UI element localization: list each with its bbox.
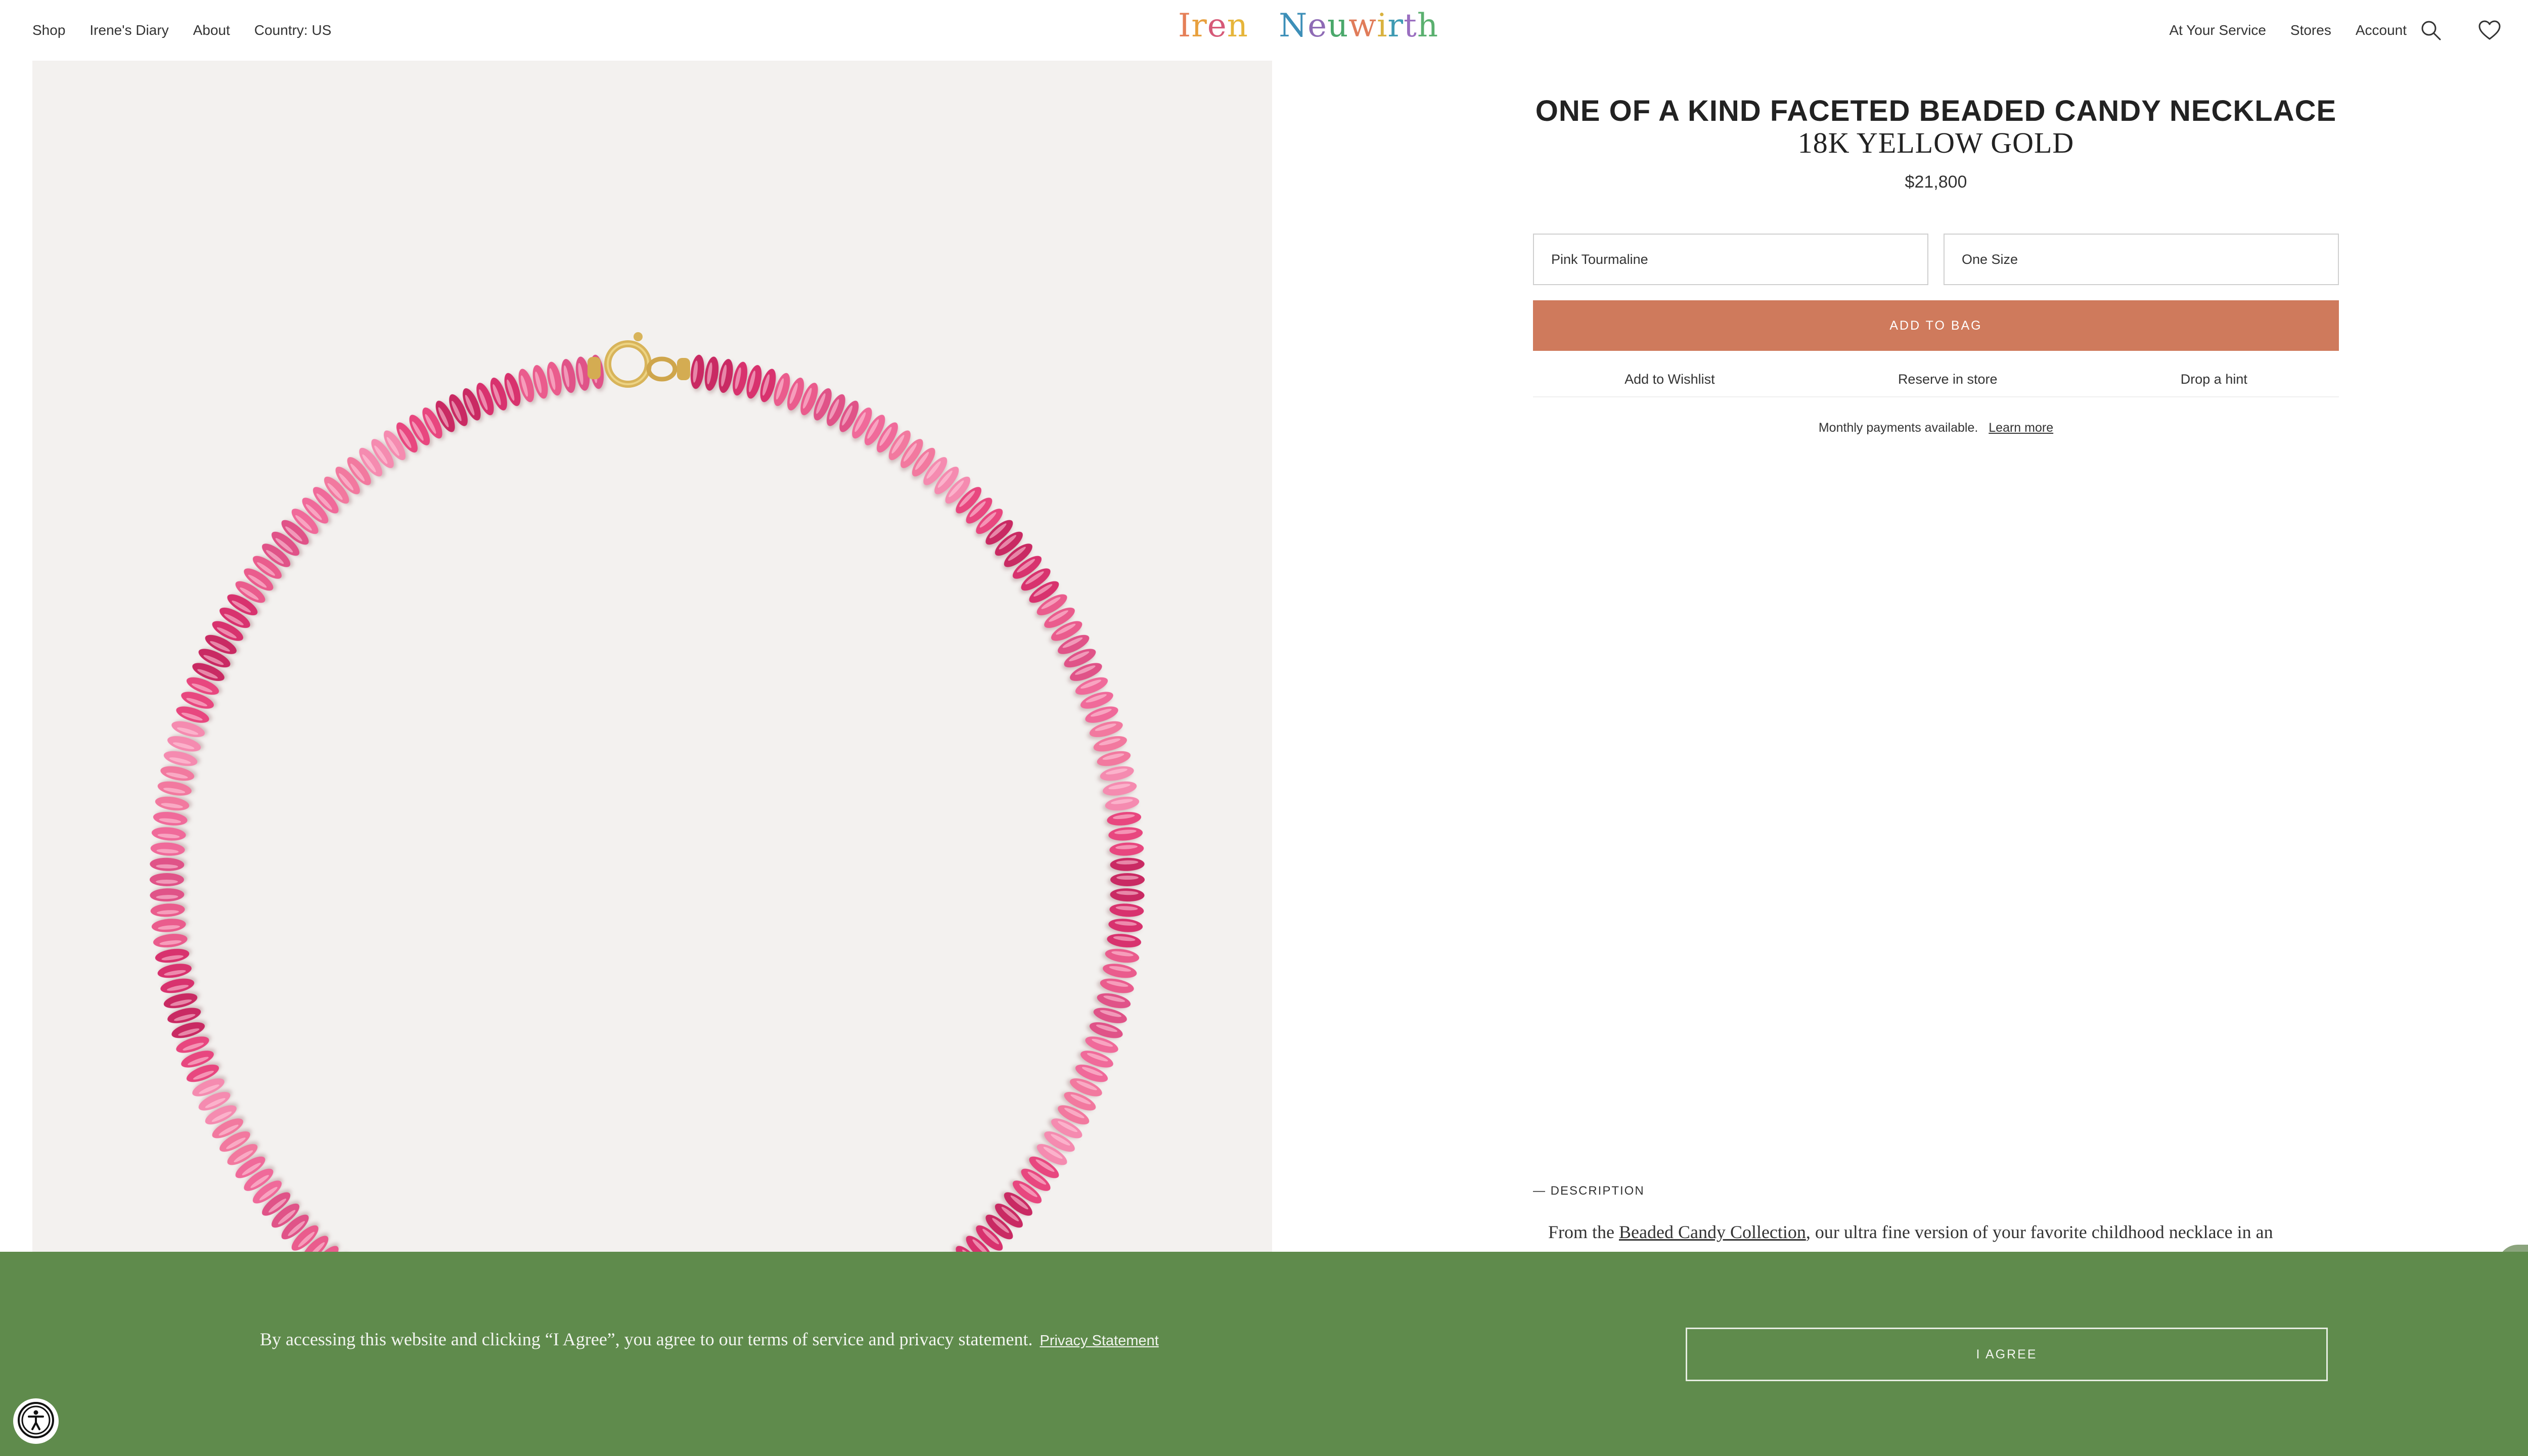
logo-letter: w <box>1348 7 1377 44</box>
site-header: Shop Irene's Diary About Country: US Ire… <box>0 0 2528 61</box>
drop-a-hint-link[interactable]: Drop a hint <box>2181 372 2247 387</box>
logo-letter: N <box>1279 7 1308 44</box>
bead-highlight <box>156 880 178 884</box>
nav-country-selector[interactable]: Country: US <box>254 22 332 38</box>
logo-letter: r <box>1387 7 1404 44</box>
product-price: $21,800 <box>1905 172 1967 192</box>
consent-banner: By accessing this website and clicking “… <box>0 1252 2528 1456</box>
product-options: Pink Tourmaline One Size <box>1533 234 2339 285</box>
accessibility-icon <box>17 1401 55 1442</box>
description-suffix: , our ultra fine version of your favorit… <box>1805 1222 2273 1242</box>
product-title: ONE OF A KIND FACETED BEADED CANDY NECKL… <box>1535 95 2337 127</box>
product-image[interactable] <box>32 61 1272 1252</box>
bead-highlight <box>1116 876 1139 880</box>
search-icon[interactable] <box>2416 15 2446 46</box>
logo-letter: n <box>1227 7 1248 44</box>
nav-stores[interactable]: Stores <box>2290 22 2331 38</box>
logo-letter: t <box>1404 7 1417 44</box>
nav-irenes-diary[interactable]: Irene's Diary <box>89 22 168 38</box>
logo-letter: u <box>1327 7 1349 44</box>
product-actions: Add to Wishlist Reserve in store Drop a … <box>1533 362 2339 397</box>
nav-about[interactable]: About <box>193 22 230 38</box>
agree-button[interactable]: I AGREE <box>1686 1328 2328 1381</box>
logo-letter: e <box>1248 7 1268 44</box>
learn-more-link[interactable]: Learn more <box>1989 421 2053 435</box>
logo-letter: e <box>1307 7 1328 44</box>
utility-nav: At Your Service Stores Account <box>2169 22 2407 38</box>
description-prefix: From the <box>1548 1222 1619 1242</box>
add-to-bag-button[interactable]: ADD TO BAG <box>1533 300 2339 351</box>
size-select[interactable]: One Size <box>1944 234 2339 285</box>
brand-logo[interactable]: Irene Neuwirth <box>1178 7 1438 44</box>
payments-notice: Monthly payments available. Learn more <box>1533 421 2339 435</box>
description-text: From the Beaded Candy Collection, our ul… <box>1548 1221 2337 1243</box>
nav-shop[interactable]: Shop <box>32 22 65 38</box>
logo-letter: I <box>1178 7 1192 44</box>
primary-nav: Shop Irene's Diary About Country: US <box>32 22 331 38</box>
logo-letter: h <box>1417 7 1439 44</box>
consent-message: By accessing this website and clicking “… <box>260 1329 1159 1350</box>
heart-icon[interactable] <box>2474 15 2505 46</box>
nav-account[interactable]: Account <box>2356 22 2407 38</box>
consent-text: By accessing this website and clicking “… <box>260 1329 1033 1349</box>
reserve-in-store-link[interactable]: Reserve in store <box>1898 372 1998 387</box>
add-to-wishlist-link[interactable]: Add to Wishlist <box>1624 372 1715 387</box>
logo-letter: e <box>1207 7 1227 44</box>
payments-text: Monthly payments available. <box>1818 421 1978 435</box>
accessibility-button[interactable] <box>13 1398 59 1444</box>
product-details: ONE OF A KIND FACETED BEADED CANDY NECKL… <box>1533 94 2339 435</box>
description-heading[interactable]: — DESCRIPTION <box>1533 1184 1645 1198</box>
collection-link[interactable]: Beaded Candy Collection <box>1619 1222 1806 1242</box>
necklace-illustration <box>150 332 1145 1252</box>
logo-letter: i <box>1377 7 1388 44</box>
logo-letter: r <box>1191 7 1207 44</box>
nav-at-your-service[interactable]: At Your Service <box>2169 22 2266 38</box>
logo-letter <box>1268 7 1279 44</box>
privacy-statement-link[interactable]: Privacy Statement <box>1040 1333 1158 1349</box>
product-metal: 18K YELLOW GOLD <box>1797 126 2074 159</box>
stone-select[interactable]: Pink Tourmaline <box>1533 234 1928 285</box>
